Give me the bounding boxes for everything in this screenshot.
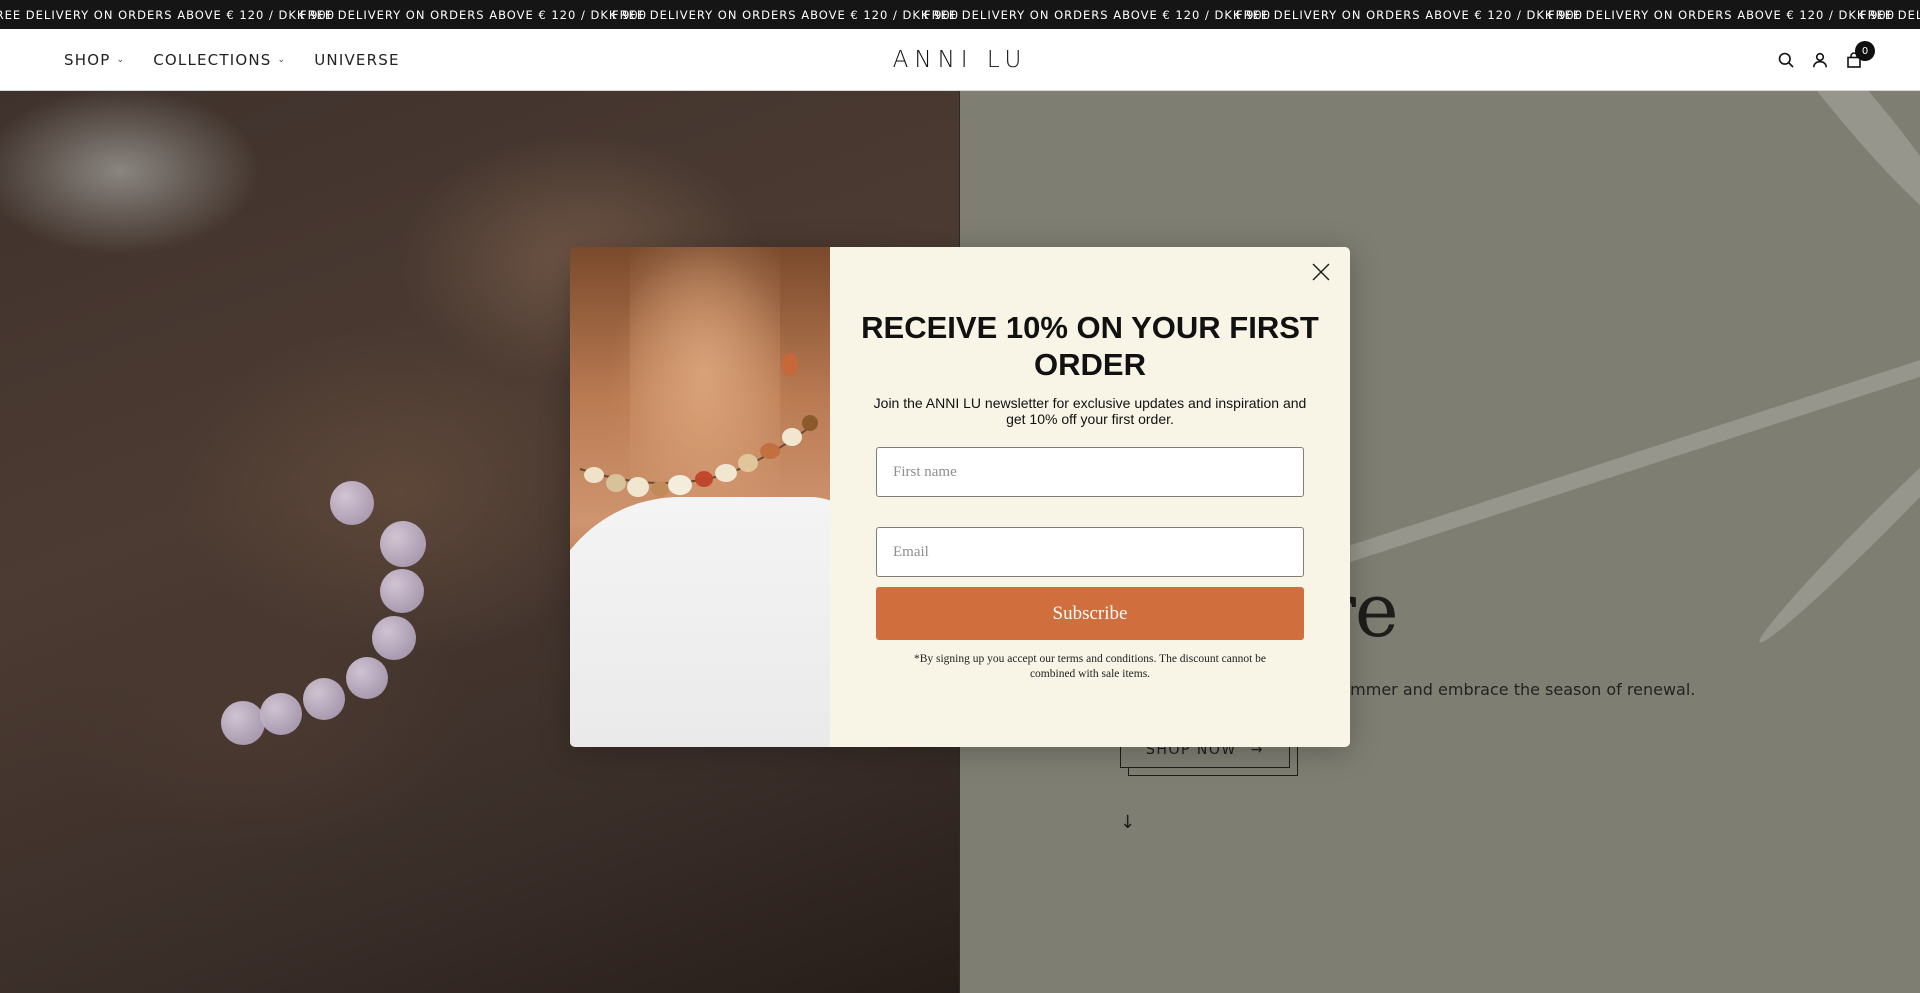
newsletter-modal: RECEIVE 10% ON YOUR FIRST ORDER Join the… (570, 247, 1350, 747)
hero-subtitle: ummer and embrace the season of renewal. (1340, 680, 1696, 699)
bracelet-bead (372, 616, 416, 660)
announcement-text: FREE DELIVERY ON ORDERS ABOVE € 120 / DK… (1236, 7, 1584, 22)
announcement-bar: FREE DELIVERY ON ORDERS ABOVE € 120 / DK… (0, 0, 1920, 29)
decorative-ray (1738, 91, 1920, 244)
modal-body: RECEIVE 10% ON YOUR FIRST ORDER Join the… (830, 247, 1350, 747)
account-icon[interactable] (1810, 50, 1830, 70)
bracelet-bead (260, 693, 302, 735)
search-icon[interactable] (1776, 50, 1796, 70)
email-input[interactable] (876, 527, 1304, 577)
bracelet-bead (221, 701, 265, 745)
announcement-text: FREE DELIVERY ON ORDERS ABOVE € 120 / DK… (924, 7, 1272, 22)
subscribe-button[interactable]: Subscribe (876, 587, 1304, 640)
modal-product-image (570, 247, 830, 747)
announcement-text: FREE DELIVERY ON ORDERS ABOVE € 120 / DK… (1860, 7, 1920, 22)
main-nav: SHOP ⌄ COLLECTIONS ⌄ UNIVERSE (64, 29, 400, 91)
bracelet-bead (330, 481, 374, 525)
nav-collections[interactable]: COLLECTIONS ⌄ (153, 51, 286, 69)
header-icons: 0 (1776, 29, 1875, 91)
announcement-text: FREE DELIVERY ON ORDERS ABOVE € 120 / DK… (1548, 7, 1896, 22)
nav-universe[interactable]: UNIVERSE (314, 51, 399, 69)
modal-disclaimer: *By signing up you accept our terms and … (913, 653, 1267, 680)
scroll-down-arrow-icon[interactable]: ↓ (1120, 812, 1135, 833)
nav-collections-label: COLLECTIONS (153, 51, 272, 69)
cart-icon[interactable]: 0 (1844, 41, 1875, 70)
chevron-down-icon: ⌄ (277, 55, 287, 65)
nav-shop-label: SHOP (64, 51, 111, 69)
cart-count-badge: 0 (1855, 41, 1875, 61)
chevron-down-icon: ⌄ (116, 55, 126, 65)
modal-title: RECEIVE 10% ON YOUR FIRST ORDER (861, 310, 1319, 382)
bracelet-bead (303, 678, 345, 720)
nav-universe-label: UNIVERSE (314, 51, 400, 69)
site-header: SHOP ⌄ COLLECTIONS ⌄ UNIVERSE ANNI LU 0 (0, 29, 1920, 91)
first-name-input[interactable] (876, 447, 1304, 497)
announcement-text: FREE DELIVERY ON ORDERS ABOVE € 120 / DK… (300, 7, 648, 22)
announcement-track: FREE DELIVERY ON ORDERS ABOVE € 120 / DK… (0, 0, 1920, 29)
bracelet-bead (346, 657, 388, 699)
modal-description: Join the ANNI LU newsletter for exclusiv… (873, 395, 1307, 427)
decorative-ray (1751, 394, 1920, 651)
nav-shop[interactable]: SHOP ⌄ (64, 51, 125, 69)
shell-necklace-icon (579, 353, 818, 497)
announcement-text: FREE DELIVERY ON ORDERS ABOVE € 120 / DK… (612, 7, 960, 22)
bracelet-bead (380, 569, 424, 613)
announcement-text: FREE DELIVERY ON ORDERS ABOVE € 120 / DK… (0, 7, 336, 22)
bracelet-bead (380, 521, 426, 567)
decorative-ray (1292, 341, 1920, 580)
close-icon[interactable] (1310, 261, 1332, 283)
